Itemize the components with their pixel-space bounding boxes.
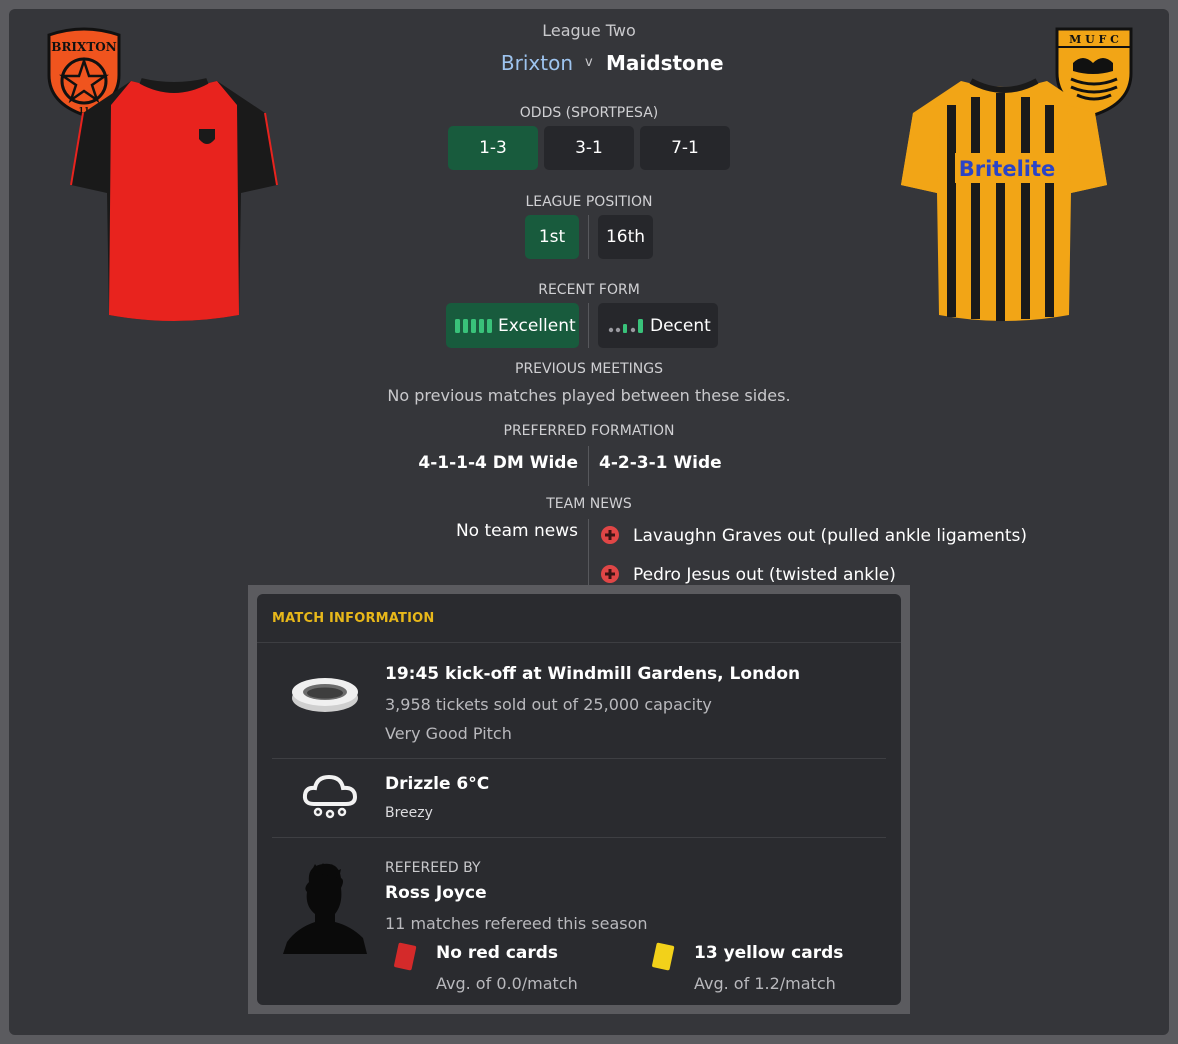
wind-condition: Breezy (385, 805, 433, 821)
odds-away-button[interactable]: 7-1 (640, 126, 730, 170)
weather-headline: Drizzle 6°C (385, 774, 490, 794)
form-decent-icon (608, 318, 643, 333)
divider (588, 303, 589, 348)
referee-silhouette-icon (283, 863, 367, 954)
divider (588, 519, 589, 589)
yellow-cards-count: 13 yellow cards (694, 943, 844, 963)
home-form-button[interactable]: Excellent (446, 303, 579, 348)
away-form-button[interactable]: Decent (598, 303, 718, 348)
kit-sponsor-text: Britelite (959, 157, 1056, 181)
away-league-position[interactable]: 16th (598, 215, 653, 259)
home-formation[interactable]: 4-1-1-4 DM Wide (418, 453, 578, 473)
home-team-link[interactable]: Brixton (501, 51, 573, 75)
injury-icon (600, 525, 622, 547)
preferred-formation-header: PREFERRED FORMATION (503, 423, 675, 439)
yellow-cards-average: Avg. of 1.2/match (694, 974, 836, 993)
previous-meetings-header: PREVIOUS MEETINGS (515, 361, 663, 377)
away-formation[interactable]: 4-2-3-1 Wide (599, 453, 722, 473)
odds-draw-button[interactable]: 3-1 (544, 126, 634, 170)
team-news-header: TEAM NEWS (546, 496, 632, 512)
maidstone-badge-text: M U F C (1069, 33, 1119, 46)
league-position-header: LEAGUE POSITION (525, 194, 653, 210)
away-team-link[interactable]: Maidstone (606, 51, 724, 75)
odds-home-button[interactable]: 1-3 (448, 126, 538, 170)
yellow-card-icon (652, 942, 675, 971)
kickoff-venue[interactable]: 19:45 kick-off at Windmill Gardens, Lond… (385, 664, 800, 684)
form-excellent-icon (455, 318, 492, 333)
previous-meetings-text: No previous matches played between these… (387, 386, 791, 405)
home-team-news: No team news (455, 521, 578, 541)
injury-icon (600, 564, 622, 586)
drizzle-cloud-icon (302, 774, 358, 819)
divider (588, 215, 589, 259)
divider (272, 837, 886, 838)
refereed-by-label: REFEREED BY (385, 860, 481, 876)
match-information-card: MATCH INFORMATION 19:45 kick-off at Wind… (257, 594, 901, 1005)
stadium-icon (292, 678, 358, 712)
red-card-icon (394, 942, 417, 971)
recent-form-header: RECENT FORM (538, 282, 640, 298)
competition-name[interactable]: League Two (389, 21, 789, 40)
match-information-header: MATCH INFORMATION (257, 594, 901, 643)
maidstone-kit-icon: Britelite (901, 78, 1107, 321)
versus-label: v (585, 55, 593, 70)
divider (588, 446, 589, 486)
divider (272, 758, 886, 759)
referee-matches: 11 matches refereed this season (385, 914, 648, 933)
brixton-badge-text: BRIXTON (51, 40, 116, 54)
odds-header: ODDS (SPORTPESA) (519, 105, 659, 121)
pitch-condition: Very Good Pitch (385, 724, 512, 743)
red-cards-count: No red cards (436, 943, 559, 963)
injury-news-item[interactable]: Lavaughn Graves out (pulled ankle ligame… (633, 526, 1027, 546)
home-league-position[interactable]: 1st (525, 215, 579, 259)
red-cards-average: Avg. of 0.0/match (436, 974, 578, 993)
referee-name[interactable]: Ross Joyce (385, 883, 487, 903)
home-form-label: Excellent (498, 315, 576, 336)
tickets-sold: 3,958 tickets sold out of 25,000 capacit… (385, 695, 712, 714)
match-information-title: MATCH INFORMATION (272, 611, 435, 626)
injury-news-item[interactable]: Pedro Jesus out (twisted ankle) (633, 565, 896, 585)
away-form-label: Decent (650, 315, 711, 336)
brixton-kit-icon (70, 78, 278, 321)
